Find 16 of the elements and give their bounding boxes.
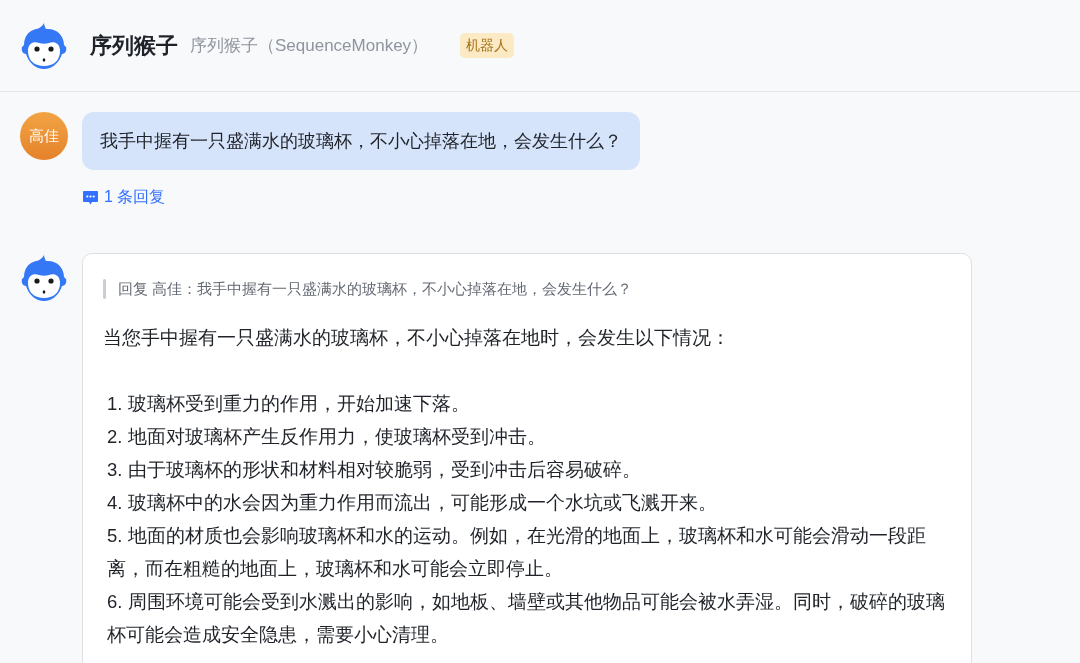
list-item: 2. 地面对玻璃杯产生反作用力，使玻璃杯受到冲击。 — [106, 424, 547, 449]
reply-intro: 当您手中握有一只盛满水的玻璃杯，不小心掉落在地时，会发生以下情况： — [103, 325, 731, 350]
chat-title: 序列猴子 — [90, 32, 178, 60]
list-item: 5. 地面的材质也会影响玻璃杯和水的运动。例如，在光滑的地面上，玻璃杯和水可能会滑动一段距离，而在粗糙的地面上，玻璃杯和水可能会立即停止。 — [106, 523, 927, 581]
monkey-avatar-icon — [20, 253, 68, 303]
list-item: 1. 玻璃杯受到重力的作用，开始加速下落。 — [106, 391, 471, 416]
user-avatar: 高佳 — [20, 112, 68, 160]
comment-icon — [82, 188, 99, 206]
quoted-message: 回复 高佳：我手中握有一只盛满水的玻璃杯，不小心掉落在地，会发生什么？ — [118, 279, 633, 299]
list-item: 6. 周围环境可能会受到水溅出的影响，如地板、墙壁或其他物品可能会被水弄湿。同时，破碎的玻璃杯可能会造成安全隐患，需要小心清理。 — [106, 589, 946, 647]
replies-link[interactable]: 1 条回复 — [82, 185, 166, 209]
message-bubble: 我手中握有一只盛满水的玻璃杯，不小心掉落在地，会发生什么？ — [82, 112, 640, 170]
list-item: 4. 玻璃杯中的水会因为重力作用而流出，可能形成一个水坑或飞溅开来。 — [106, 490, 718, 515]
list-item: 3. 由于玻璃杯的形状和材料相对较脆弱，受到冲击后容易破碎。 — [106, 457, 642, 482]
chat-subtitle: 序列猴子（SequenceMonkey） — [190, 34, 429, 57]
bot-badge: 机器人 — [460, 33, 515, 58]
